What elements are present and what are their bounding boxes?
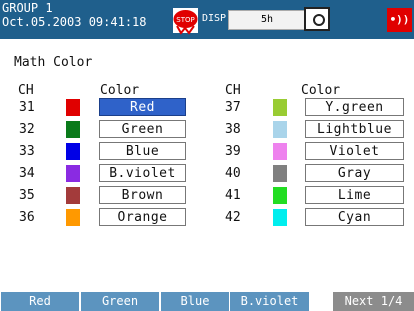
color-swatch	[66, 99, 80, 116]
table-row[interactable]: 39 Violet	[200, 142, 414, 162]
table-row[interactable]: 34 B.violet	[0, 164, 200, 184]
table-row[interactable]: 38 Lightblue	[200, 120, 414, 140]
snapshot-button[interactable]	[304, 7, 330, 31]
ch-header-right: CH	[225, 83, 241, 98]
color-selector[interactable]: Violet	[305, 142, 404, 160]
color-swatch	[273, 165, 287, 182]
stop-icon: STOP	[173, 8, 198, 35]
color-swatch	[66, 143, 80, 160]
color-swatch	[66, 165, 80, 182]
color-swatch	[66, 187, 80, 204]
color-header-left: Color	[100, 83, 140, 98]
ch-header-left: CH	[18, 83, 34, 98]
channel-number: 32	[19, 122, 35, 137]
color-selector[interactable]: Lime	[305, 186, 404, 204]
color-selector[interactable]: Orange	[99, 208, 186, 226]
channel-number: 34	[19, 166, 35, 181]
softkey-green[interactable]: Green	[80, 292, 159, 311]
color-selector[interactable]: Blue	[99, 142, 186, 160]
color-swatch	[66, 209, 80, 226]
color-selector[interactable]: Brown	[99, 186, 186, 204]
page-title: Math Color	[14, 55, 93, 70]
disp-label: DISP	[202, 13, 227, 24]
channel-number: 37	[225, 100, 241, 115]
table-row[interactable]: 32 Green	[0, 120, 200, 140]
channel-number: 41	[225, 188, 241, 203]
color-selector[interactable]: Gray	[305, 164, 404, 182]
softkey-red[interactable]: Red	[0, 292, 79, 311]
table-row[interactable]: 36 Orange	[0, 208, 200, 228]
color-selector[interactable]: Y.green	[305, 98, 404, 116]
color-selector[interactable]: B.violet	[99, 164, 186, 182]
channel-number: 36	[19, 210, 35, 225]
channel-number: 40	[225, 166, 241, 181]
color-swatch	[273, 121, 287, 138]
color-selector[interactable]: Cyan	[305, 208, 404, 226]
softkey-blue[interactable]: Blue	[160, 292, 229, 311]
channel-number: 35	[19, 188, 35, 203]
time-div-display: 5h	[228, 10, 306, 30]
table-row[interactable]: 37 Y.green	[200, 98, 414, 118]
color-swatch	[273, 99, 287, 116]
color-swatch	[273, 187, 287, 204]
channel-number: 31	[19, 100, 35, 115]
softkey-next[interactable]: Next 1/4	[332, 292, 414, 311]
svg-text:STOP: STOP	[176, 16, 194, 24]
group-label: GROUP 1	[2, 1, 53, 15]
alarm-icon: •))	[387, 8, 412, 32]
channel-number: 42	[225, 210, 241, 225]
table-row[interactable]: 42 Cyan	[200, 208, 414, 228]
table-row[interactable]: 31 Red	[0, 98, 200, 118]
color-swatch	[273, 209, 287, 226]
status-header: GROUP 1 Oct.05.2003 09:41:18 STOP DISP 5…	[0, 0, 414, 39]
channel-number: 38	[225, 122, 241, 137]
color-swatch	[273, 143, 287, 160]
table-row[interactable]: 41 Lime	[200, 186, 414, 206]
color-swatch	[66, 121, 80, 138]
datetime-readout: Oct.05.2003 09:41:18	[2, 15, 147, 29]
color-header-right: Color	[301, 83, 341, 98]
channel-number: 39	[225, 144, 241, 159]
softkey-bviolet[interactable]: B.violet	[229, 292, 309, 311]
table-row[interactable]: 40 Gray	[200, 164, 414, 184]
softkey-bar: Red Green Blue B.violet Next 1/4	[0, 292, 414, 311]
table-row[interactable]: 33 Blue	[0, 142, 200, 162]
color-selector[interactable]: Lightblue	[305, 120, 404, 138]
color-selector[interactable]: Green	[99, 120, 186, 138]
table-row[interactable]: 35 Brown	[0, 186, 200, 206]
channel-number: 33	[19, 144, 35, 159]
color-selector[interactable]: Red	[99, 98, 186, 116]
